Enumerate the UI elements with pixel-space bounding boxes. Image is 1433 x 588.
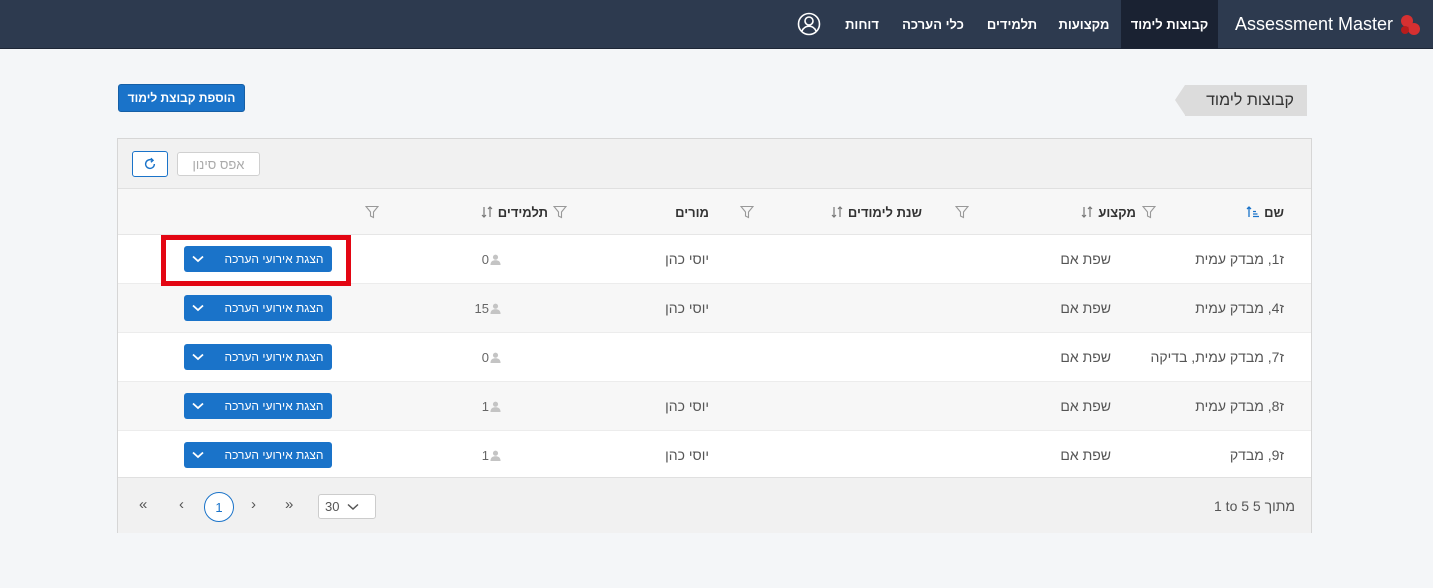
nav-item-label: תלמידים <box>986 17 1038 32</box>
nav-item-reports[interactable]: דוחות <box>836 0 888 49</box>
nav-item-assessment-tools[interactable]: כלי הערכה <box>893 0 973 49</box>
person-icon <box>490 401 501 412</box>
button-label: הצגת אירועי הערכה <box>224 349 324 364</box>
breadcrumb: קבוצות לימוד <box>1175 85 1307 116</box>
brand[interactable]: Assessment Master <box>1235 0 1421 49</box>
nav-item-students[interactable]: תלמידים <box>978 0 1046 49</box>
next-page-button[interactable]: › <box>251 496 256 513</box>
nav-item-label: מקצועות <box>1058 17 1110 32</box>
nav-item-label: קבוצות לימוד <box>1130 17 1209 32</box>
study-groups-grid: אפס סינון שם מקצוע שנת לימודים מורים תלמ… <box>117 138 1312 533</box>
cell-teachers: יוסי כהן <box>665 251 709 267</box>
button-label: הצגת אירועי הערכה <box>224 300 324 315</box>
column-label: שם <box>1264 204 1284 220</box>
add-study-group-button[interactable]: הוספת קבוצת לימוד <box>118 84 245 112</box>
cell-students: 0 <box>482 333 501 381</box>
cell-students: 0 <box>482 235 501 283</box>
column-label: מקצוע <box>1098 204 1136 220</box>
page-size-select[interactable]: 30 <box>318 494 376 519</box>
cell-name: ז8, מבדק עמית <box>1195 398 1284 414</box>
cell-name: ז9, מבדק <box>1229 447 1284 463</box>
cell-subject: שפת אם <box>1060 251 1111 267</box>
cell-subject: שפת אם <box>1060 300 1111 316</box>
pagination-bar: « ‹ 1 › » 30 1 to 5 5 מתוך <box>118 477 1311 533</box>
filter-icon[interactable] <box>1142 205 1156 219</box>
cell-students: 15 <box>475 284 501 332</box>
refresh-icon <box>144 157 156 170</box>
button-label: הצגת אירועי הערכה <box>224 447 324 462</box>
student-count: 0 <box>481 251 489 267</box>
page-size-value: 30 <box>325 499 340 514</box>
sort-icon <box>831 206 843 218</box>
show-assessment-events-button[interactable]: הצגת אירועי הערכה <box>184 295 332 321</box>
current-page-button[interactable]: 1 <box>204 492 234 522</box>
cell-name: ז1, מבדק עמית <box>1195 251 1284 267</box>
button-label: הצגת אירועי הערכה <box>224 398 324 413</box>
nav-item-label: דוחות <box>845 17 879 32</box>
column-label: מורים <box>675 204 709 220</box>
chevron-down-icon <box>184 451 212 459</box>
show-assessment-events-button[interactable]: הצגת אירועי הערכה <box>184 442 332 468</box>
column-header-name[interactable]: שם <box>1246 189 1284 235</box>
person-icon <box>490 254 501 265</box>
cell-teachers: יוסי כהן <box>665 447 709 463</box>
column-header-students[interactable]: תלמידים <box>480 189 548 235</box>
person-icon <box>490 303 501 314</box>
previous-page-button[interactable]: ‹ <box>179 496 184 513</box>
sort-icon <box>1081 206 1093 218</box>
filter-icon[interactable] <box>553 205 567 219</box>
top-navbar: Assessment Master קבוצות לימוד מקצועות ת… <box>0 0 1433 49</box>
person-icon <box>490 450 501 461</box>
cell-teachers: יוסי כהן <box>665 398 709 414</box>
student-count: 15 <box>474 300 489 316</box>
student-count: 1 <box>481 398 489 414</box>
grid-header: שם מקצוע שנת לימודים מורים תלמידים <box>118 189 1311 235</box>
nav-item-study-groups[interactable]: קבוצות לימוד <box>1121 0 1218 49</box>
sort-icon <box>481 206 493 218</box>
show-assessment-events-button[interactable]: הצגת אירועי הערכה <box>184 344 332 370</box>
brand-name: Assessment Master <box>1234 14 1393 34</box>
column-header-school-year[interactable]: שנת לימודים <box>830 189 922 235</box>
filter-icon[interactable] <box>740 205 754 219</box>
nav-item-label: כלי הערכה <box>902 17 964 32</box>
show-assessment-events-button[interactable]: הצגת אירועי הערכה <box>184 393 332 419</box>
sort-ascending-icon <box>1246 206 1260 218</box>
column-header-teachers[interactable]: מורים <box>675 189 709 235</box>
last-page-button[interactable]: » <box>285 496 293 513</box>
cell-subject: שפת אם <box>1060 447 1111 463</box>
cell-subject: שפת אם <box>1060 349 1111 365</box>
nav-item-subjects[interactable]: מקצועות <box>1050 0 1118 49</box>
highlight-annotation <box>161 235 351 286</box>
brand-logo-icon <box>1399 14 1421 36</box>
cell-subject: שפת אם <box>1060 398 1111 414</box>
cell-students: 1 <box>482 382 501 430</box>
student-count: 0 <box>481 349 489 365</box>
cell-teachers: יוסי כהן <box>665 300 709 316</box>
user-circle-icon[interactable] <box>797 12 821 36</box>
chevron-down-icon <box>184 304 212 312</box>
filter-icon[interactable] <box>955 205 969 219</box>
grid-toolbar: אפס סינון <box>118 139 1311 189</box>
reset-filter-button[interactable]: אפס סינון <box>177 152 260 176</box>
chevron-down-icon <box>184 402 212 410</box>
first-page-button[interactable]: « <box>139 496 147 513</box>
chevron-down-icon <box>347 503 359 510</box>
refresh-button[interactable] <box>132 151 168 177</box>
cell-students: 1 <box>482 431 501 479</box>
table-row[interactable]: ז8, מבדק עמית שפת אם יוסי כהן 1 הצגת איר… <box>118 382 1311 431</box>
cell-name: ז4, מבדק עמית <box>1195 300 1284 316</box>
column-header-subject[interactable]: מקצוע <box>1080 189 1136 235</box>
table-row[interactable]: ז4, מבדק עמית שפת אם יוסי כהן 15 הצגת אי… <box>118 284 1311 333</box>
column-label: תלמידים <box>497 204 548 220</box>
cell-name: ז7, מבדק עמית, בדיקה <box>1150 349 1284 365</box>
student-count: 1 <box>481 447 489 463</box>
table-row[interactable]: ז7, מבדק עמית, בדיקה שפת אם 0 הצגת אירוע… <box>118 333 1311 382</box>
person-icon <box>490 352 501 363</box>
table-row[interactable]: ז9, מבדק שפת אם יוסי כהן 1 הצגת אירועי ה… <box>118 431 1311 480</box>
filter-icon[interactable] <box>365 205 379 219</box>
column-label: שנת לימודים <box>847 204 922 220</box>
pagination-range: 1 to 5 5 מתוך <box>1214 498 1295 514</box>
chevron-down-icon <box>184 353 212 361</box>
